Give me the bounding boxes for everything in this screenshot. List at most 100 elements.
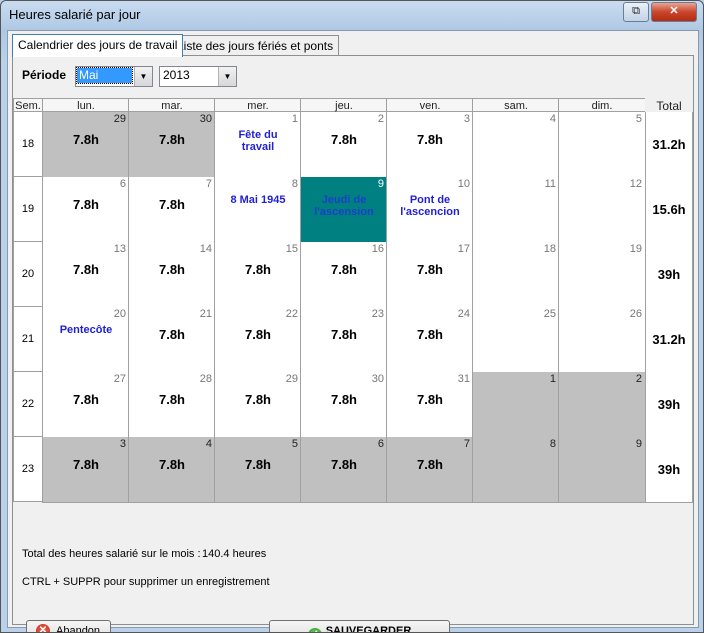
day-number: 10 (457, 178, 470, 190)
day-number: 6 (119, 178, 126, 190)
day-number: 2 (635, 373, 642, 385)
day-hours: 7.8h (330, 457, 357, 472)
month-select[interactable]: Mai ▼ (75, 66, 153, 87)
day-header: lun. (42, 98, 129, 112)
week-total: 31.2h (645, 307, 693, 373)
day-cell[interactable]: 27 7.8h (42, 372, 129, 438)
week-number: 23 (13, 437, 42, 502)
day-number: 9 (635, 438, 642, 450)
tab-holidays[interactable]: Liste des jours fériés et ponts (171, 35, 340, 56)
day-cell[interactable]: 25 (472, 307, 559, 373)
day-header: jeu. (300, 98, 387, 112)
day-cell[interactable]: 19 (558, 242, 645, 308)
day-cell[interactable]: 23 7.8h (300, 307, 387, 373)
day-hours: 7.8h (158, 392, 185, 407)
day-cell[interactable]: 8 8 Mai 1945 (214, 177, 301, 243)
day-hours: 7.8h (416, 327, 443, 342)
restore-button[interactable]: ⧉ (623, 2, 649, 22)
year-value: 2013 (163, 68, 190, 82)
day-cell[interactable]: 2 7.8h (300, 112, 387, 178)
day-cell[interactable]: 7 7.8h (386, 437, 473, 503)
day-cell[interactable]: 16 7.8h (300, 242, 387, 308)
delete-hint: CTRL + SUPPR pour supprimer un enregistr… (22, 576, 270, 588)
day-cell[interactable]: 3 7.8h (42, 437, 129, 503)
week-number: 18 (13, 112, 42, 177)
day-cell[interactable]: 9 (558, 437, 645, 503)
day-number: 3 (463, 113, 470, 125)
day-number: 17 (457, 243, 470, 255)
day-number: 6 (377, 438, 384, 450)
week-total: 31.2h (645, 112, 693, 178)
day-number: 4 (205, 438, 212, 450)
save-button[interactable]: ✓SAUVEGARDER (269, 620, 450, 632)
day-cell[interactable]: 20 Pentecôte (42, 307, 129, 373)
day-cell[interactable]: 4 7.8h (128, 437, 215, 503)
day-cell[interactable]: 6 7.8h (300, 437, 387, 503)
day-hours: 7.8h (158, 132, 185, 147)
day-cell[interactable]: 2 (558, 372, 645, 438)
day-hours: 7.8h (72, 457, 99, 472)
client-area: Calendrier des jours de travail Liste de… (7, 30, 699, 632)
day-cell[interactable]: 21 7.8h (128, 307, 215, 373)
day-hours: 7.8h (416, 262, 443, 277)
day-cell[interactable]: 6 7.8h (42, 177, 129, 243)
cancel-icon: ✕ (36, 624, 50, 632)
day-cell[interactable]: 5 7.8h (214, 437, 301, 503)
year-select[interactable]: 2013 ▼ (159, 66, 237, 87)
day-cell[interactable]: 17 7.8h (386, 242, 473, 308)
tab-calendar[interactable]: Calendrier des jours de travail (12, 34, 184, 57)
day-cell[interactable]: 15 7.8h (214, 242, 301, 308)
day-cell[interactable]: 22 7.8h (214, 307, 301, 373)
day-number: 22 (285, 308, 298, 320)
month-total-label: Total des heures salarié sur le mois : (22, 548, 201, 560)
day-cell[interactable]: 7 7.8h (128, 177, 215, 243)
day-cell[interactable]: 3 7.8h (386, 112, 473, 178)
day-hours: 7.8h (158, 327, 185, 342)
day-cell[interactable]: 5 (558, 112, 645, 178)
day-cell[interactable]: 26 (558, 307, 645, 373)
day-cell[interactable]: 30 7.8h (128, 112, 215, 178)
day-hours: 7.8h (416, 392, 443, 407)
day-cell[interactable]: 30 7.8h (300, 372, 387, 438)
day-cell[interactable]: 4 (472, 112, 559, 178)
titlebar[interactable]: Heures salarié par jour ⧉ ✕ (1, 1, 703, 29)
day-cell[interactable]: 28 7.8h (128, 372, 215, 438)
close-button[interactable]: ✕ (651, 2, 697, 22)
day-hours: 7.8h (330, 132, 357, 147)
day-hours: 7.8h (330, 262, 357, 277)
day-number: 20 (113, 308, 126, 320)
day-cell[interactable]: 29 7.8h (214, 372, 301, 438)
day-cell[interactable]: 9 Jeudi de l'ascension (300, 177, 387, 243)
day-hours: 7.8h (244, 392, 271, 407)
day-hours: 7.8h (72, 132, 99, 147)
day-cell[interactable]: 12 (558, 177, 645, 243)
abandon-label: Abandon (56, 625, 101, 633)
holiday-label: Pentecôte (59, 324, 113, 336)
day-number: 30 (199, 113, 212, 125)
week-number: 22 (13, 372, 42, 437)
week-total: 39h (645, 242, 693, 308)
day-cell[interactable]: 24 7.8h (386, 307, 473, 373)
day-cell[interactable]: 29 7.8h (42, 112, 129, 178)
abandon-button[interactable]: ✕ Abandon (26, 620, 111, 633)
window-title: Heures salarié par jour (9, 7, 141, 22)
day-number: 7 (205, 178, 212, 190)
day-hours: 7.8h (72, 392, 99, 407)
day-cell[interactable]: 18 (472, 242, 559, 308)
month-value: Mai (76, 67, 133, 84)
chevron-down-icon[interactable]: ▼ (134, 67, 152, 86)
day-cell[interactable]: 14 7.8h (128, 242, 215, 308)
day-cell[interactable]: 1 (472, 372, 559, 438)
week-number: 20 (13, 242, 42, 307)
day-number: 18 (543, 243, 556, 255)
day-cell[interactable]: 8 (472, 437, 559, 503)
day-hours: 7.8h (244, 327, 271, 342)
day-cell[interactable]: 13 7.8h (42, 242, 129, 308)
day-number: 16 (371, 243, 384, 255)
chevron-down-icon[interactable]: ▼ (218, 67, 236, 86)
day-cell[interactable]: 31 7.8h (386, 372, 473, 438)
week-header: Sem. (13, 98, 42, 112)
day-cell[interactable]: 10 Pont de l'ascencion (386, 177, 473, 243)
day-cell[interactable]: 1 Fête du travail (214, 112, 301, 178)
day-cell[interactable]: 11 (472, 177, 559, 243)
